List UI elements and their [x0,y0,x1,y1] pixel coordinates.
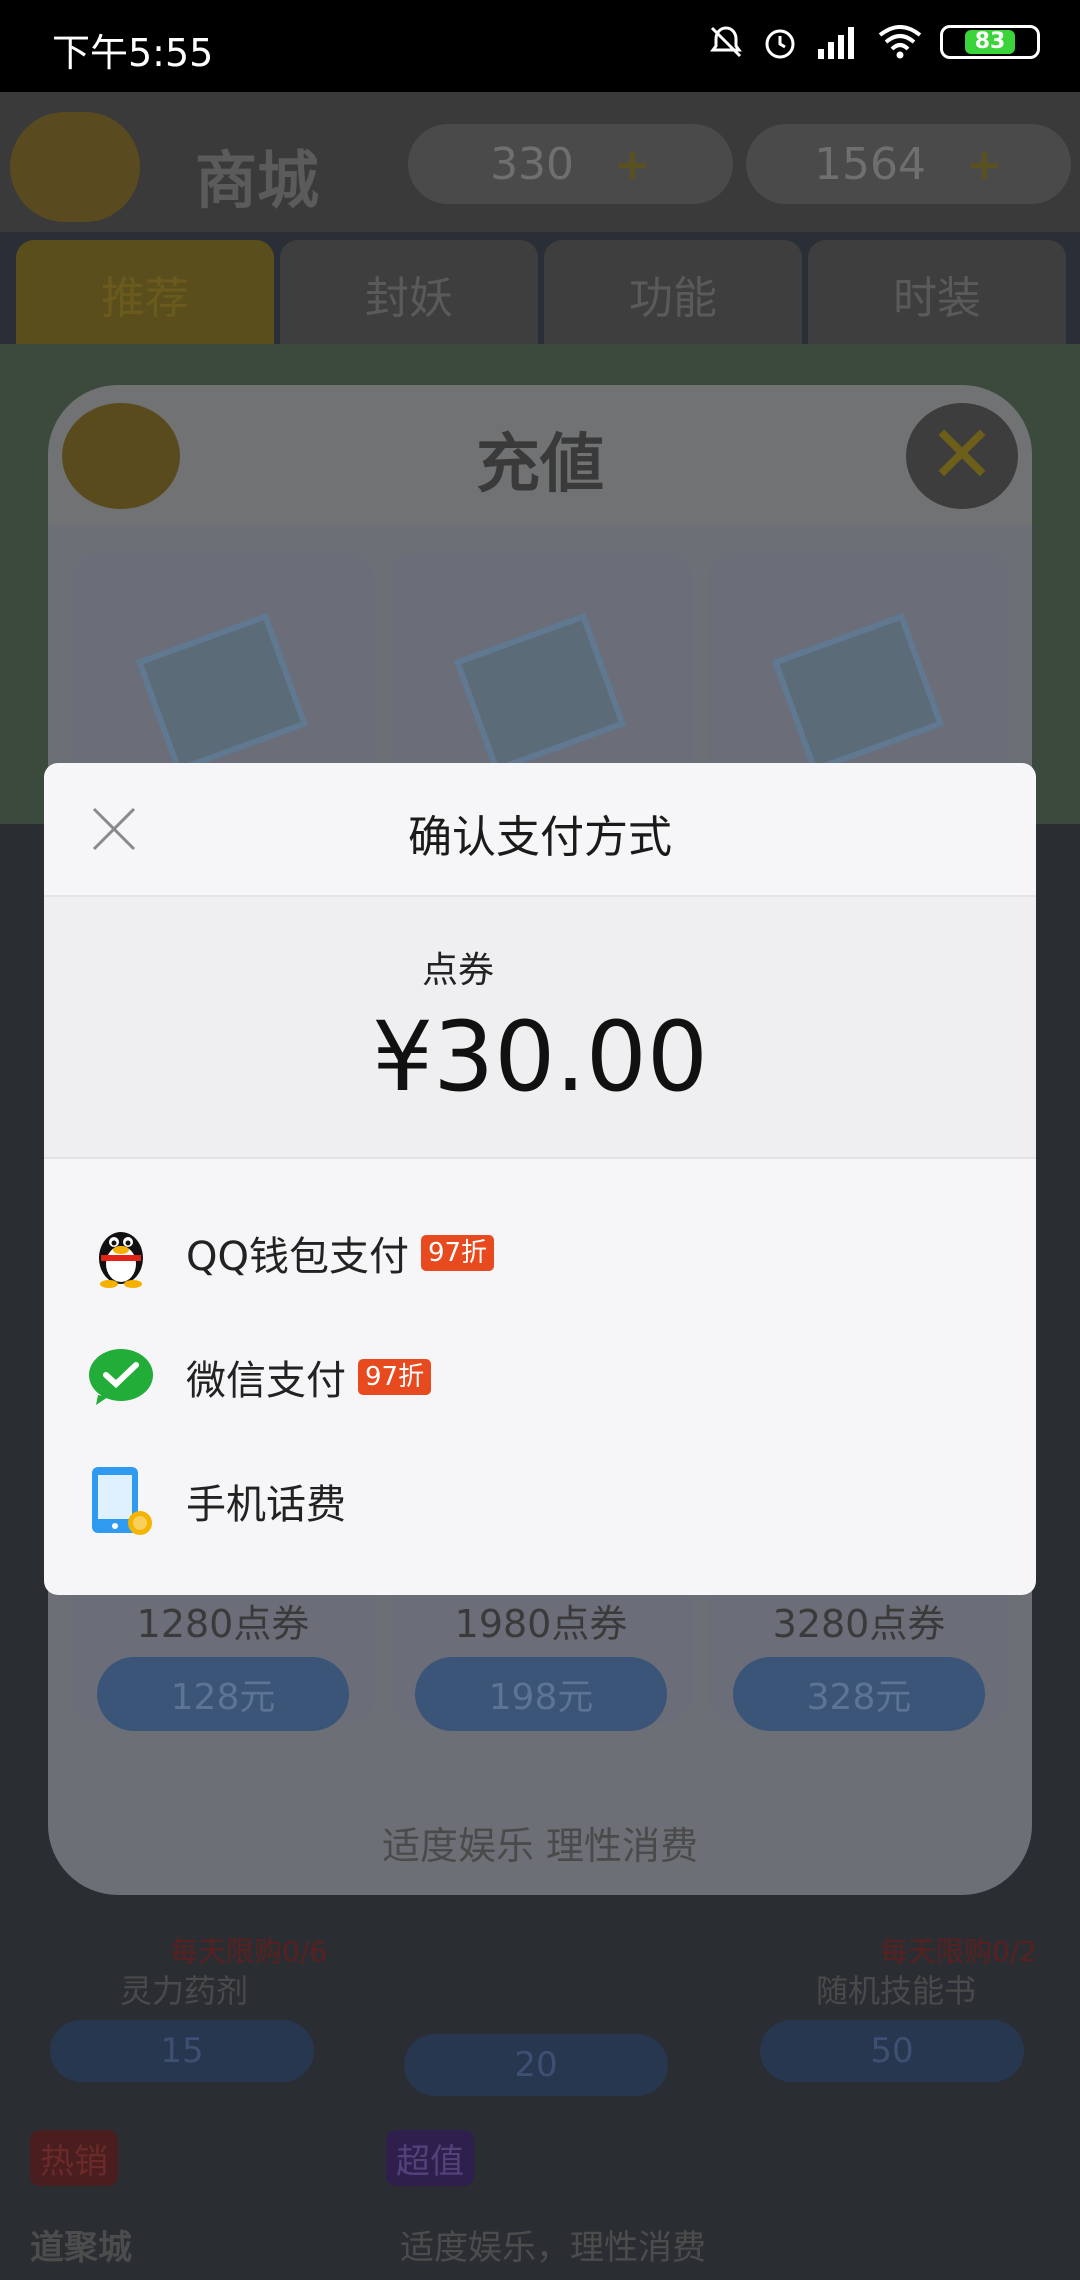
recharge-title: 充値 [476,428,604,502]
pack-amount: 1280点券 [136,1602,310,1646]
payment-title: 确认支付方式 [408,812,672,863]
payment-option-wechat[interactable]: 微信支付 97折 [44,1315,1036,1439]
ticket-balance[interactable]: 330 + [408,124,733,204]
discount-badge: 97折 [420,1235,495,1271]
mobile-phone-bill-icon [88,1467,154,1535]
payment-summary: 点券 ¥30.00 [44,897,1036,1159]
tab-seal[interactable]: 封妖 [280,240,538,348]
wechat-pay-icon [88,1344,154,1410]
payment-method-sheet: 确认支付方式 点券 ¥30.00 QQ钱包支付 97折 微信支付 97折 手机话… [44,763,1036,1595]
payment-option-qq-wallet[interactable]: QQ钱包支付 97折 [44,1191,1036,1315]
logo-text: 道聚城 [30,2228,132,2268]
tab-recommend[interactable]: 推荐 [16,240,274,348]
recharge-footer: 适度娱乐 理性消费 [381,1824,699,1868]
item-buy-button[interactable]: 50 [760,2020,1024,2082]
discount-badge: 97折 [358,1359,432,1395]
pack-amount: 3280点券 [772,1602,946,1646]
item-buy-button[interactable]: 15 [50,2020,314,2082]
tab-function[interactable]: 功能 [544,240,802,348]
battery-icon: 83 [940,25,1040,59]
pack-buy-button[interactable]: 328元 [733,1657,985,1731]
status-bar: 下午5:55 83 [0,0,1080,92]
mute-notification-icon [710,26,742,58]
hot-tag: 热销 [30,2130,118,2186]
shop-title: 商城 [195,144,320,217]
wifi-icon [878,25,922,59]
item-buy-button[interactable]: 20 [404,2034,668,2096]
item-limit-text: 每天限购0/2 [880,1935,1038,1968]
voucher-icon [771,612,945,774]
gem-balance[interactable]: 1564 + [746,124,1071,204]
signal-icon [818,27,854,59]
pack-buy-button[interactable]: 128元 [97,1657,349,1731]
battery-level: 83 [964,30,1016,54]
item-name: 灵力药剂 [120,1972,249,2010]
back-arrow-icon[interactable] [10,112,140,222]
slogan-text: 适度娱乐，理性消费 [400,2228,706,2268]
qq-penguin-icon [88,1220,154,1288]
voucher-icon [453,612,627,774]
payment-option-label: 手机话费 [186,1482,346,1528]
value-tag: 超值 [386,2130,474,2186]
add-ticket-icon[interactable]: + [614,139,651,190]
payment-option-phone-bill[interactable]: 手机话费 [44,1439,1036,1563]
pack-amount: 1980点券 [454,1602,628,1646]
status-icons: 83 [708,24,1040,60]
payment-option-label: 微信支付 [186,1358,346,1404]
product-name: 点券 [422,950,495,991]
tab-fashion[interactable]: 时装 [808,240,1066,348]
add-gem-icon[interactable]: + [966,139,1003,190]
status-time: 下午5:55 [52,31,214,75]
ticket-count: 330 [490,138,575,190]
gem-count: 1564 [814,138,927,190]
payment-option-label: QQ钱包支付 [186,1234,409,1280]
recharge-close-icon[interactable]: ✕ [906,403,1018,509]
payment-amount: ¥30.00 [372,1001,708,1113]
item-name: 随机技能书 [816,1972,977,2010]
voucher-icon [135,612,309,774]
alarm-icon [765,29,795,59]
pack-buy-button[interactable]: 198元 [415,1657,667,1731]
